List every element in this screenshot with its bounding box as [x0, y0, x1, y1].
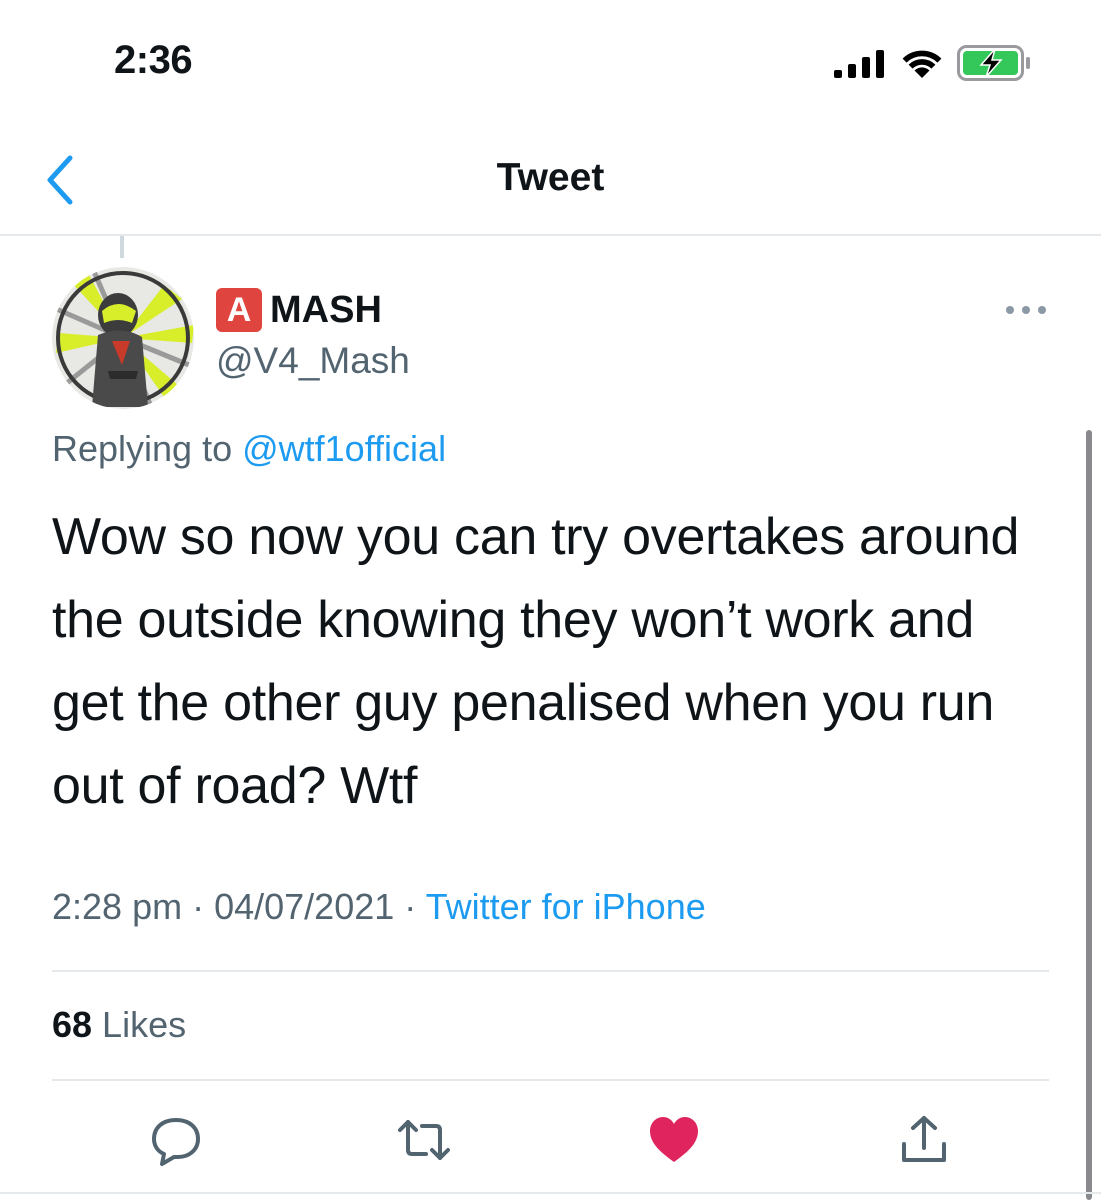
- status-bar: 2:36: [0, 0, 1101, 120]
- more-options-icon[interactable]: [1003, 298, 1049, 322]
- divider: [52, 1079, 1049, 1081]
- avatar-image: [52, 267, 194, 409]
- avatar[interactable]: [52, 267, 194, 409]
- meta-separator: ·: [394, 886, 426, 927]
- tweet-source-link[interactable]: Twitter for iPhone: [426, 886, 706, 927]
- name-badge: A: [216, 288, 262, 332]
- tweet-meta: 2:28 pm · 04/07/2021 · Twitter for iPhon…: [52, 886, 706, 928]
- tweet-time: 2:28 pm: [52, 886, 183, 927]
- wifi-icon: [902, 50, 942, 78]
- scrollbar[interactable]: [1086, 430, 1092, 1200]
- tweet-date: 04/07/2021: [214, 886, 395, 927]
- replying-to-prefix: Replying to: [52, 428, 243, 469]
- status-time: 2:36: [114, 38, 193, 82]
- battery-charging-icon: [957, 45, 1030, 81]
- nav-bar: Tweet: [0, 120, 1101, 236]
- divider: [52, 970, 1049, 972]
- like-icon[interactable]: [646, 1112, 702, 1168]
- tweet-text: Wow so now you can try overtakes around …: [52, 508, 1020, 815]
- meta-separator: ·: [182, 886, 215, 927]
- display-name-text: MASH: [270, 288, 382, 331]
- page-title: Tweet: [496, 156, 605, 199]
- reply-icon[interactable]: [148, 1112, 204, 1168]
- likes-stat[interactable]: 68 Likes: [52, 1004, 186, 1046]
- likes-label: Likes: [92, 1004, 187, 1045]
- replying-to-mention-link[interactable]: @wtf1official: [242, 428, 446, 469]
- replying-to: Replying to @wtf1official: [52, 428, 446, 470]
- retweet-icon[interactable]: [396, 1112, 452, 1168]
- thread-connector-line: [120, 236, 124, 258]
- share-icon[interactable]: [896, 1112, 952, 1168]
- tweet-author[interactable]: A MASH @V4_Mash: [216, 286, 410, 382]
- bottom-divider: [0, 1192, 1101, 1194]
- cellular-signal-icon: [834, 50, 884, 78]
- likes-count: 68: [52, 1004, 93, 1045]
- display-name: A MASH: [216, 286, 410, 334]
- user-handle: @V4_Mash: [216, 340, 410, 381]
